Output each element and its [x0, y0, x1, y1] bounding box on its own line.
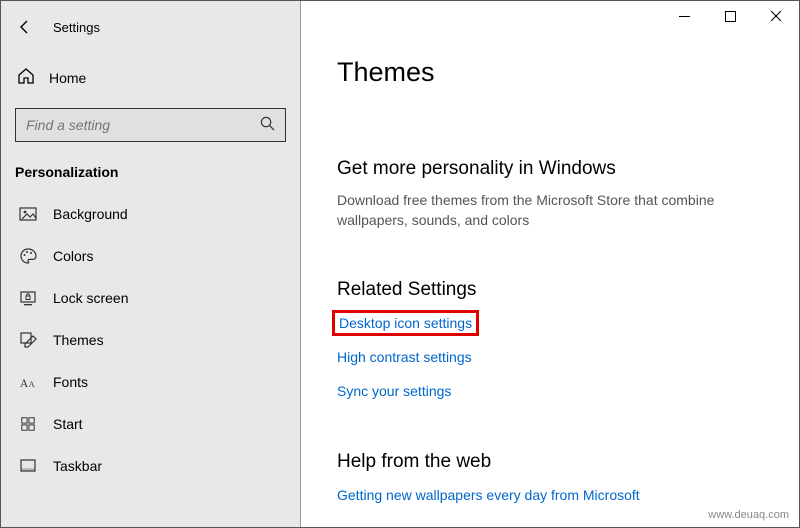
svg-text:A: A	[28, 379, 35, 389]
link-help-wallpapers[interactable]: Getting new wallpapers every day from Mi…	[337, 487, 640, 503]
link-high-contrast-settings[interactable]: High contrast settings	[337, 349, 472, 365]
lock-screen-icon	[19, 289, 37, 307]
sidebar-item-label: Background	[53, 206, 128, 222]
fonts-icon: AA	[19, 373, 37, 391]
content-pane: Themes Get more personality in Windows D…	[301, 1, 799, 527]
arrow-left-icon	[17, 19, 33, 35]
window-controls	[661, 1, 799, 31]
sidebar-item-label: Taskbar	[53, 458, 102, 474]
sidebar-item-taskbar[interactable]: Taskbar	[15, 446, 286, 486]
taskbar-icon	[19, 457, 37, 475]
nav-list: Background Colors Lock screen Themes	[15, 194, 286, 486]
home-nav[interactable]: Home	[15, 61, 286, 94]
watermark: www.deuaq.com	[708, 509, 789, 521]
maximize-icon	[725, 11, 736, 22]
palette-icon	[19, 247, 37, 265]
home-icon	[17, 67, 35, 88]
link-desktop-icon-settings[interactable]: Desktop icon settings	[337, 315, 474, 331]
close-icon	[770, 10, 782, 22]
sidebar-item-label: Start	[53, 416, 83, 432]
sidebar-item-fonts[interactable]: AA Fonts	[15, 362, 286, 402]
close-button[interactable]	[753, 1, 799, 31]
category-header: Personalization	[15, 164, 286, 180]
sidebar-item-background[interactable]: Background	[15, 194, 286, 234]
start-icon	[19, 415, 37, 433]
sidebar-item-label: Fonts	[53, 374, 88, 390]
sidebar-item-start[interactable]: Start	[15, 404, 286, 444]
related-settings-title: Related Settings	[337, 279, 769, 301]
minimize-button[interactable]	[661, 1, 707, 31]
settings-sidebar: Settings Home Personalization Backgro	[1, 1, 301, 527]
link-sync-your-settings[interactable]: Sync your settings	[337, 383, 451, 399]
sidebar-item-label: Lock screen	[53, 290, 128, 306]
page-title: Themes	[337, 57, 769, 88]
app-title: Settings	[53, 20, 100, 35]
back-button[interactable]	[15, 17, 35, 37]
image-icon	[19, 205, 37, 223]
minimize-icon	[679, 11, 690, 22]
themes-icon	[19, 331, 37, 349]
search-input[interactable]	[26, 117, 260, 133]
help-from-web-title: Help from the web	[337, 451, 769, 473]
sidebar-item-themes[interactable]: Themes	[15, 320, 286, 360]
search-container	[15, 108, 286, 142]
search-box[interactable]	[15, 108, 286, 142]
maximize-button[interactable]	[707, 1, 753, 31]
home-label: Home	[49, 70, 86, 86]
sidebar-item-lock-screen[interactable]: Lock screen	[15, 278, 286, 318]
search-icon	[260, 116, 275, 134]
sidebar-item-label: Colors	[53, 248, 93, 264]
sidebar-item-colors[interactable]: Colors	[15, 236, 286, 276]
sidebar-item-label: Themes	[53, 332, 104, 348]
more-personality-desc: Download free themes from the Microsoft …	[337, 190, 769, 231]
more-personality-title: Get more personality in Windows	[337, 158, 769, 180]
